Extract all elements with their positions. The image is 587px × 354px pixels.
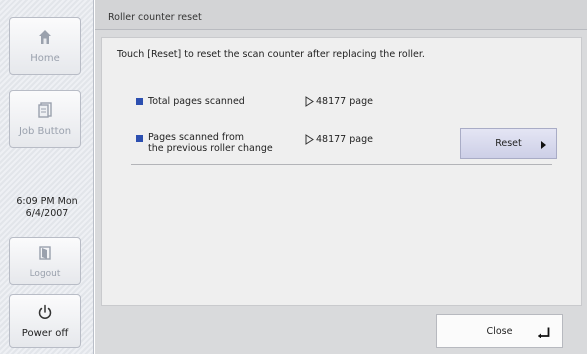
bullet-icon: [136, 98, 143, 105]
content-area: Touch [Reset] to reset the scan counter …: [101, 37, 582, 306]
clock: 6:09 PM Mon 6/4/2007: [0, 196, 94, 220]
logout-button[interactable]: Logout: [9, 237, 81, 285]
total-pages-label-text: Total pages scanned: [148, 96, 245, 107]
divider: [131, 164, 552, 165]
main-panel: Roller counter reset Touch [Reset] to re…: [95, 0, 587, 354]
reset-label: Reset: [495, 138, 522, 149]
enter-icon: [538, 327, 550, 338]
play-icon: [305, 134, 314, 145]
reset-button[interactable]: Reset: [460, 128, 557, 159]
instruction-text: Touch [Reset] to reset the scan counter …: [117, 49, 425, 60]
bullet-icon: [136, 135, 143, 142]
pages-since-change-line2: the previous roller change: [148, 143, 273, 154]
power-off-label: Power off: [21, 328, 69, 339]
clock-time: 6:09 PM Mon: [16, 196, 78, 207]
home-button[interactable]: Home: [9, 17, 81, 75]
title-bar: Roller counter reset: [95, 0, 587, 30]
close-label: Close: [486, 325, 513, 337]
pages-since-change-value: 48177 page: [316, 134, 373, 145]
total-pages-value: 48177 page: [316, 96, 373, 107]
home-label: Home: [30, 53, 60, 64]
pages-since-change-line1: Pages scanned from: [148, 132, 245, 143]
logout-icon: [36, 244, 54, 262]
close-button[interactable]: Close: [436, 314, 563, 348]
play-icon: [305, 96, 314, 107]
app-window: Home Job Button 6:09 PM Mon 6/4/2007 Log…: [0, 0, 587, 354]
power-icon: [36, 303, 54, 321]
pages-since-change-label: Pages scanned from the previous roller c…: [148, 132, 273, 154]
job-button[interactable]: Job Button: [9, 90, 81, 148]
home-icon: [36, 28, 54, 46]
clock-date: 6/4/2007: [25, 208, 69, 219]
total-pages-label: Total pages scanned: [148, 96, 245, 107]
job-button-icon: [36, 101, 54, 119]
job-button-label: Job Button: [18, 126, 72, 137]
play-icon: [541, 141, 546, 149]
power-off-button[interactable]: Power off: [9, 294, 81, 348]
sidebar: Home Job Button 6:09 PM Mon 6/4/2007 Log…: [0, 0, 94, 354]
logout-label: Logout: [29, 268, 61, 279]
page-title: Roller counter reset: [108, 12, 202, 23]
